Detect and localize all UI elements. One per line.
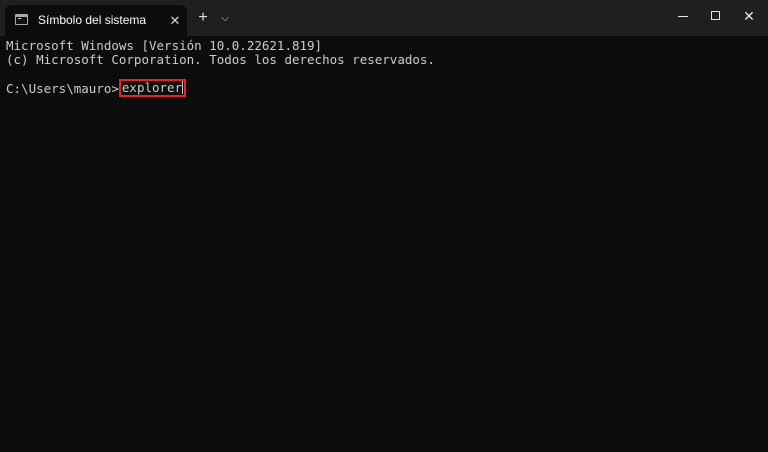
title-bar: Símbolo del sistema ✕ + ⌵ ✕: [0, 0, 768, 36]
tab-close-icon[interactable]: ✕: [165, 11, 185, 31]
prompt-text: C:\Users\mauro>: [6, 81, 119, 96]
text-cursor: [182, 81, 184, 94]
terminal-output[interactable]: Microsoft Windows [Versión 10.0.22621.81…: [0, 36, 768, 452]
command-highlight: explorer: [118, 79, 187, 97]
terminal-icon: [15, 14, 28, 25]
command-text: explorer: [121, 80, 183, 95]
tab-simbolo-del-sistema[interactable]: Símbolo del sistema ✕: [5, 5, 187, 36]
new-tab-button[interactable]: +: [192, 8, 214, 30]
tab-title: Símbolo del sistema: [38, 13, 147, 27]
output-line: (c) Microsoft Corporation. Todos los der…: [6, 52, 435, 67]
minimize-icon: [678, 16, 688, 17]
prompt-line[interactable]: C:\Users\mauro> explorer: [6, 79, 187, 98]
maximize-icon: [711, 11, 720, 20]
close-icon: ✕: [743, 8, 755, 24]
chevron-down-icon[interactable]: ⌵: [215, 8, 235, 30]
close-button[interactable]: ✕: [730, 0, 768, 32]
